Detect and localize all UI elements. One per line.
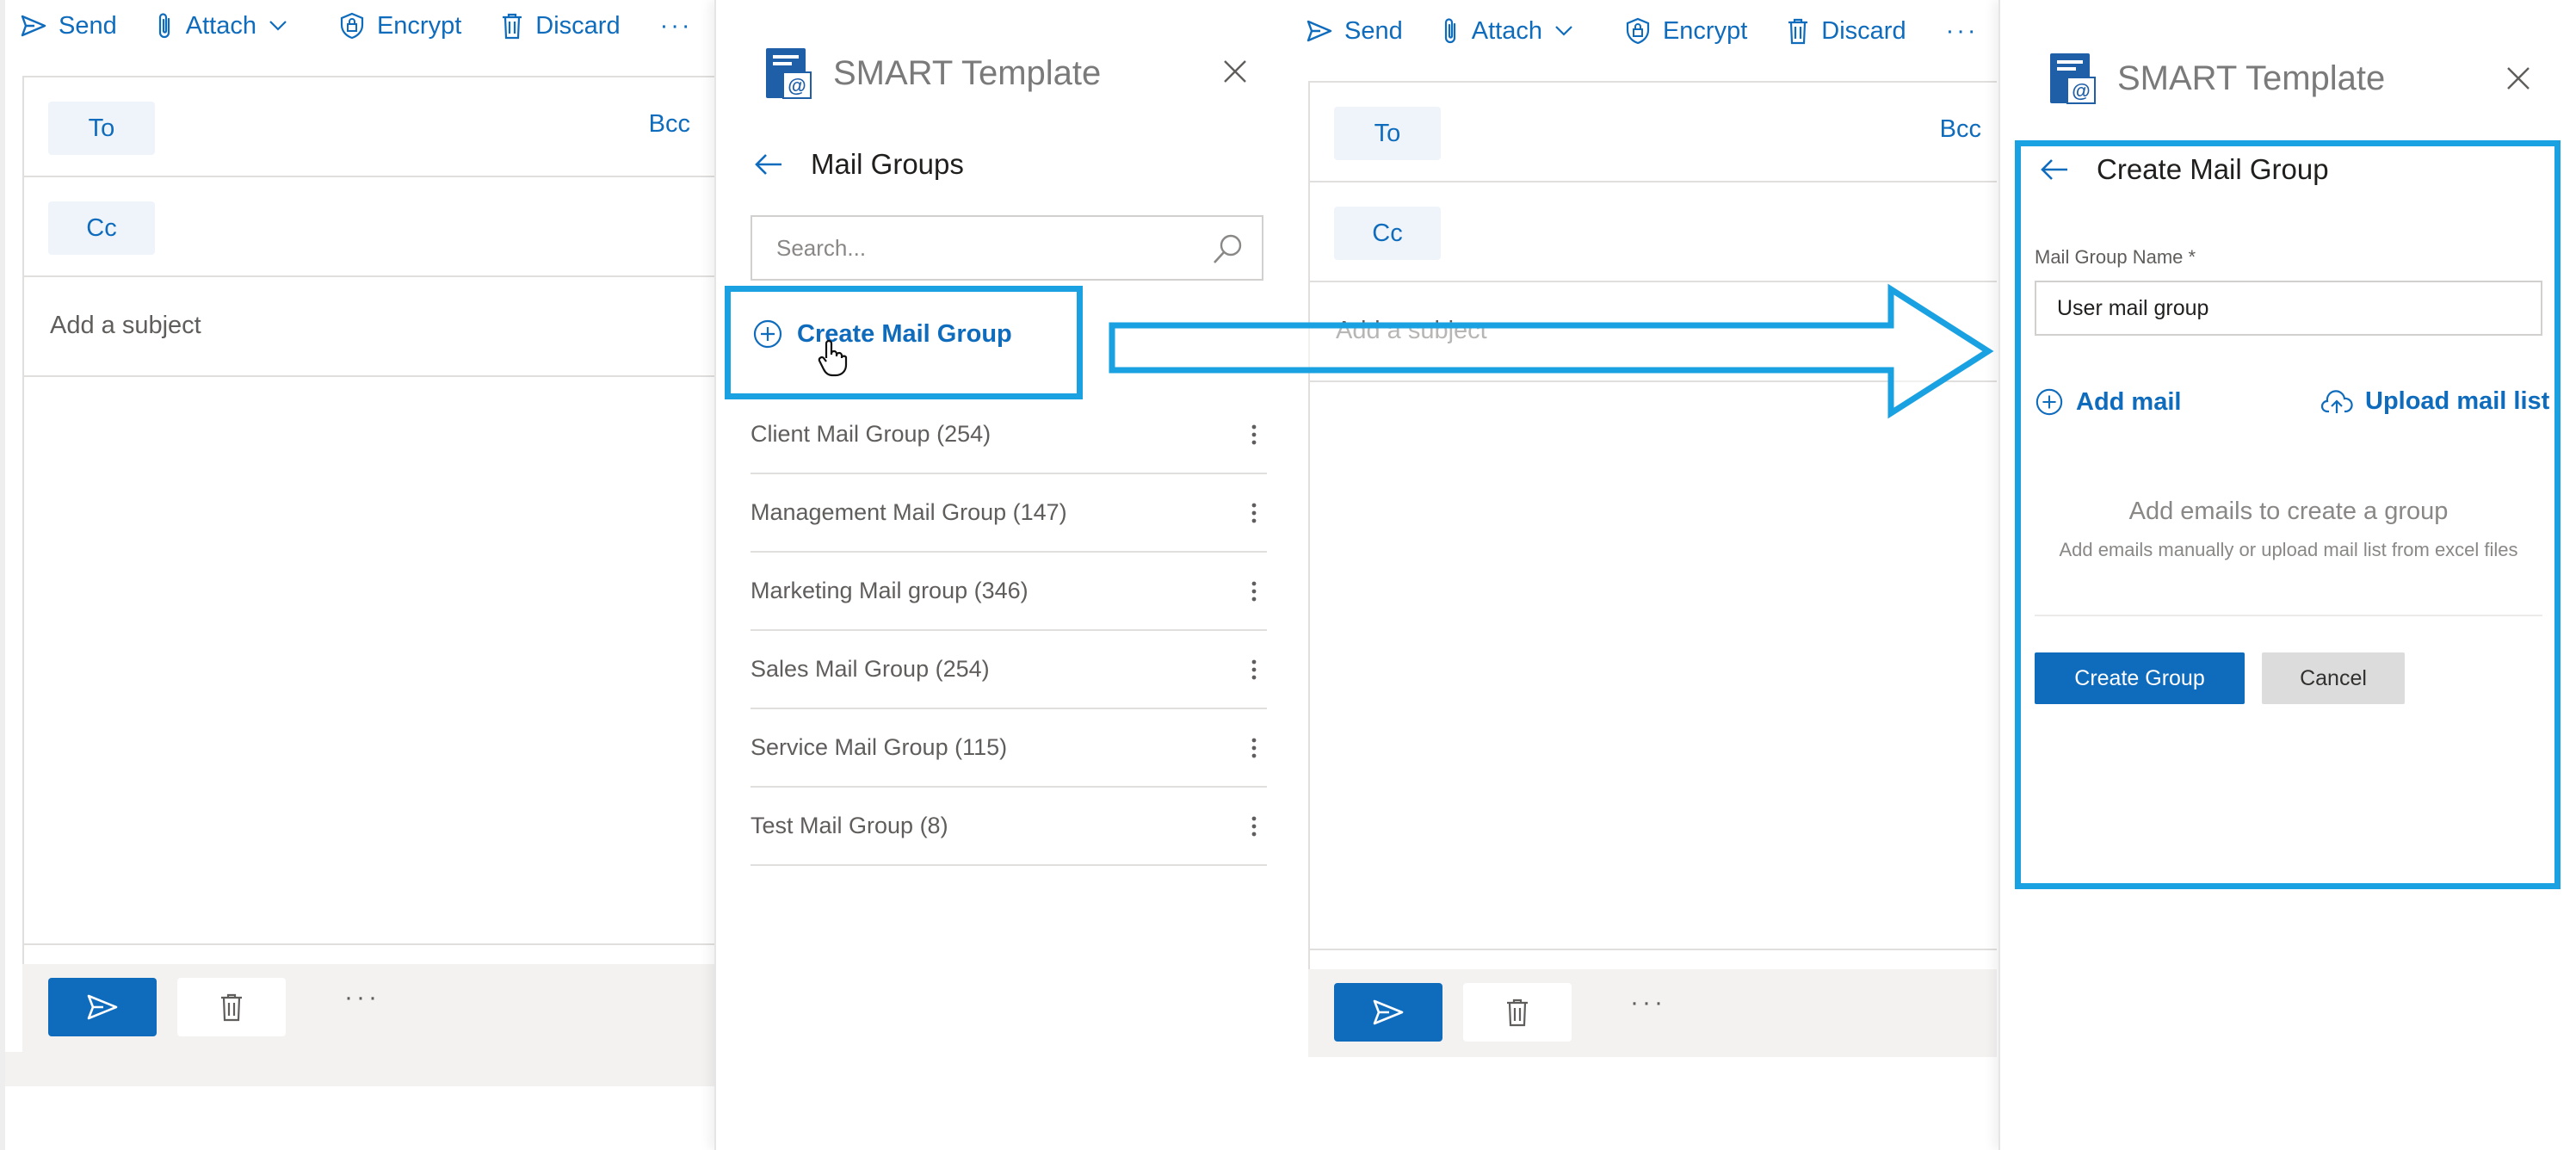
discard-toolbar-button[interactable]: Discard (501, 11, 621, 40)
send-icon (1307, 20, 1332, 42)
compose-toolbar: Send Attach Encrypt Discard ··· (1307, 12, 1979, 50)
panel-title: SMART Template (833, 53, 1102, 92)
send-button[interactable] (48, 978, 157, 1036)
mail-groups-title: Mail Groups (811, 148, 964, 180)
encrypt-toolbar-button[interactable]: Encrypt (1625, 17, 1747, 46)
send-label: Send (59, 11, 117, 40)
discard-button[interactable] (1463, 983, 1572, 1042)
cc-row: Cc (24, 177, 714, 277)
discard-label: Discard (1821, 16, 1906, 45)
send-toolbar-button[interactable]: Send (21, 12, 117, 40)
group-name: Client Mail Group (254) (751, 421, 991, 447)
create-group-form-highlight (2015, 140, 2561, 889)
more-options-button[interactable]: ··· (1946, 17, 1979, 46)
svg-text:@: @ (2072, 80, 2090, 102)
compose-card: To Bcc Cc Add a subject B ··· (1308, 81, 1997, 1055)
svg-text:@: @ (788, 75, 806, 96)
mail-groups-header: Mail Groups (754, 148, 964, 181)
paperclip-icon (158, 13, 170, 39)
chevron-down-icon[interactable] (1554, 25, 1573, 37)
shield-lock-icon (340, 12, 364, 40)
cc-button[interactable]: Cc (1334, 207, 1441, 260)
send-icon (1373, 999, 1404, 1025)
compose-card: To Bcc Cc Add a subject B ··· (22, 76, 714, 1050)
smart-template-panel-mail-groups: @ SMART Template Mail Groups Create Mail… (714, 0, 1291, 1150)
send-label: Send (1344, 16, 1403, 45)
kebab-menu-icon[interactable] (1241, 652, 1267, 687)
discard-toolbar-button[interactable]: Discard (1787, 17, 1906, 46)
to-button[interactable]: To (1334, 107, 1441, 160)
kebab-menu-icon[interactable] (1241, 731, 1267, 765)
close-icon[interactable] (1222, 59, 1248, 84)
group-name: Test Mail Group (8) (751, 813, 948, 838)
mail-group-list: Client Mail Group (254) Management Mail … (751, 396, 1267, 866)
list-item[interactable]: Service Mail Group (115) (751, 709, 1267, 788)
send-bar: ··· (1308, 969, 1997, 1057)
bottom-more-button[interactable]: ··· (1630, 988, 1666, 1017)
create-mail-group-highlight (725, 286, 1083, 399)
kebab-menu-icon[interactable] (1241, 496, 1267, 530)
list-item[interactable]: Management Mail Group (147) (751, 474, 1267, 553)
group-name: Sales Mail Group (254) (751, 656, 990, 682)
list-item[interactable]: Sales Mail Group (254) (751, 631, 1267, 709)
to-row: To Bcc (1310, 83, 1997, 182)
discard-label: Discard (535, 11, 621, 40)
more-options-button[interactable]: ··· (660, 12, 693, 40)
discard-button[interactable] (177, 978, 286, 1036)
to-row: To Bcc (24, 77, 714, 177)
send-button[interactable] (1334, 983, 1442, 1042)
paperclip-icon (1444, 18, 1455, 44)
compose-footer (5, 1052, 714, 1086)
search-box[interactable] (751, 215, 1263, 281)
search-input[interactable] (776, 217, 1189, 279)
attach-toolbar-button[interactable]: Attach (1442, 17, 1585, 46)
send-icon (21, 15, 46, 37)
compose-toolbar: Send Attach Encrypt Discard ··· (21, 7, 693, 45)
attach-label: Attach (1471, 16, 1542, 45)
close-icon[interactable] (2505, 65, 2531, 91)
back-arrow-icon[interactable] (754, 152, 783, 176)
group-name: Marketing Mail group (346) (751, 578, 1029, 603)
shield-lock-icon (1626, 17, 1650, 45)
subject-placeholder: Add a subject (50, 312, 201, 339)
panel-title: SMART Template (2117, 59, 2386, 97)
kebab-menu-icon[interactable] (1241, 574, 1267, 609)
group-name: Management Mail Group (147) (751, 499, 1067, 525)
encrypt-label: Encrypt (1662, 16, 1748, 45)
chevron-down-icon[interactable] (269, 20, 287, 32)
list-item[interactable]: Marketing Mail group (346) (751, 553, 1267, 631)
trash-icon (1788, 18, 1808, 45)
bcc-link[interactable]: Bcc (649, 110, 690, 139)
bcc-link[interactable]: Bcc (1940, 115, 1981, 144)
cc-row: Cc (1310, 182, 1997, 282)
attach-toolbar-button[interactable]: Attach (157, 12, 300, 40)
send-bar: ··· (22, 964, 714, 1052)
flow-arrow-icon (1109, 283, 1994, 419)
send-icon (87, 994, 118, 1020)
compose-pane-second: Send Attach Encrypt Discard ··· To Bcc C… (1291, 0, 1997, 1150)
smart-template-logo-icon: @ (766, 48, 812, 99)
smart-template-logo-icon: @ (2050, 53, 2096, 104)
group-name: Service Mail Group (115) (751, 734, 1008, 760)
kebab-menu-icon[interactable] (1241, 809, 1267, 844)
encrypt-toolbar-button[interactable]: Encrypt (339, 12, 461, 40)
compose-pane: Send Attach Encrypt Discard ··· To Bcc C… (0, 0, 714, 1150)
encrypt-label: Encrypt (376, 11, 462, 40)
list-item[interactable]: Test Mail Group (8) (751, 788, 1267, 866)
panel-header: @ SMART Template (2048, 52, 2385, 105)
trash-icon (221, 993, 242, 1022)
attach-label: Attach (185, 11, 256, 40)
search-icon[interactable] (1212, 232, 1245, 265)
panel-header: @ SMART Template (764, 46, 1101, 100)
trash-icon (503, 13, 522, 40)
subject-field[interactable]: Add a subject (24, 277, 714, 377)
cc-button[interactable]: Cc (48, 201, 155, 255)
bottom-more-button[interactable]: ··· (344, 983, 380, 1012)
trash-icon (1507, 999, 1528, 1027)
hand-cursor-icon (818, 339, 848, 377)
to-button[interactable]: To (48, 102, 155, 155)
send-toolbar-button[interactable]: Send (1307, 17, 1403, 46)
